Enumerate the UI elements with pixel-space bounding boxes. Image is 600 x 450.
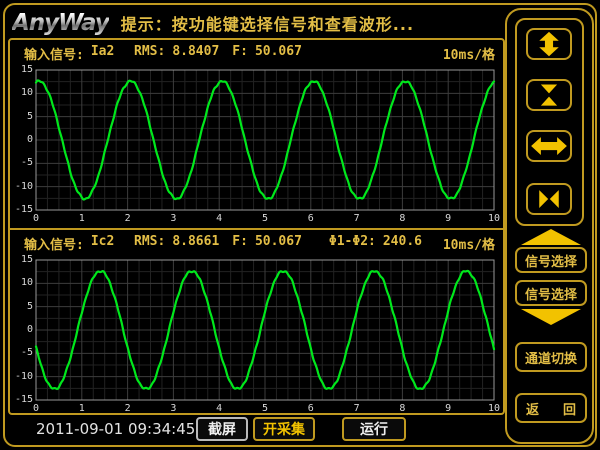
- y-tick-label: -10: [10, 371, 33, 382]
- compress-vertical-button[interactable]: [526, 79, 572, 111]
- x-tick-label: 4: [209, 403, 229, 414]
- channel-switch-button[interactable]: 通道切换: [515, 342, 587, 372]
- sidebar: 信号选择 信号选择 通道切换 返 回: [505, 8, 594, 444]
- acquire-button[interactable]: 开采集: [253, 417, 315, 441]
- x-tick-label: 9: [438, 213, 458, 224]
- x-tick-label: 7: [347, 403, 367, 414]
- x-tick-label: 10: [484, 213, 504, 224]
- waveform-panel-ia2: 输入信号: Ia2 RMS: 8.8407 F: 50.067 10ms/格 1…: [10, 40, 503, 228]
- y-tick-label: -5: [10, 157, 33, 168]
- return-label-left: 返: [526, 399, 539, 418]
- plot-svg-Ic2: [10, 230, 503, 408]
- y-tick-label: 5: [10, 111, 33, 122]
- x-tick-label: 5: [255, 213, 275, 224]
- x-tick-label: 0: [26, 213, 46, 224]
- triangle-down-icon: [521, 309, 581, 325]
- signal-select-up-button[interactable]: 信号选择: [515, 247, 587, 273]
- y-tick-label: 0: [10, 324, 33, 335]
- y-tick-label: 10: [10, 87, 33, 98]
- zoom-button-group: [515, 18, 584, 226]
- x-tick-label: 1: [72, 403, 92, 414]
- x-tick-label: 0: [26, 403, 46, 414]
- expand-vertical-button[interactable]: [526, 28, 572, 60]
- triangle-up-icon: [521, 229, 581, 245]
- compress-horizontal-button[interactable]: [526, 183, 572, 215]
- x-tick-label: 7: [347, 213, 367, 224]
- x-tick-label: 8: [392, 403, 412, 414]
- expand-vertical-icon: [529, 31, 569, 57]
- status-bar: 2011-09-01 09:34:45 截屏 开采集 运行: [8, 415, 505, 443]
- return-label-right: 回: [563, 399, 576, 418]
- x-tick-label: 8: [392, 213, 412, 224]
- x-tick-label: 4: [209, 213, 229, 224]
- y-tick-label: 5: [10, 301, 33, 312]
- y-tick-label: -5: [10, 347, 33, 358]
- y-tick-label: 0: [10, 134, 33, 145]
- y-tick-label: -10: [10, 181, 33, 192]
- x-tick-label: 6: [301, 213, 321, 224]
- x-tick-label: 3: [163, 213, 183, 224]
- x-tick-label: 10: [484, 403, 504, 414]
- x-tick-label: 3: [163, 403, 183, 414]
- waveform-panel-ic2: 输入信号: Ic2 RMS: 8.8661 F: 50.067 Φ1-Φ2: 2…: [10, 228, 503, 413]
- return-button[interactable]: 返 回: [515, 393, 587, 423]
- x-tick-label: 5: [255, 403, 275, 414]
- expand-horizontal-icon: [529, 133, 569, 159]
- y-tick-label: 15: [10, 254, 33, 265]
- hint-text: 提示：按功能键选择信号和查看波形...: [121, 11, 414, 35]
- anyway-logo: AnyWay: [12, 10, 109, 36]
- run-button[interactable]: 运行: [342, 417, 406, 441]
- x-tick-label: 1: [72, 213, 92, 224]
- signal-select-down-button[interactable]: 信号选择: [515, 280, 587, 306]
- screenshot-button[interactable]: 截屏: [196, 417, 248, 441]
- plot-svg-Ia2: [10, 40, 503, 218]
- x-tick-label: 2: [118, 213, 138, 224]
- y-tick-label: 10: [10, 277, 33, 288]
- x-tick-label: 2: [118, 403, 138, 414]
- timestamp: 2011-09-01 09:34:45: [36, 420, 195, 438]
- x-tick-label: 9: [438, 403, 458, 414]
- expand-horizontal-button[interactable]: [526, 130, 572, 162]
- x-tick-label: 6: [301, 403, 321, 414]
- header: AnyWay 提示：按功能键选择信号和查看波形...: [12, 8, 502, 38]
- y-tick-label: 15: [10, 64, 33, 75]
- charts-box: 输入信号: Ia2 RMS: 8.8407 F: 50.067 10ms/格 1…: [8, 38, 505, 415]
- compress-horizontal-icon: [529, 186, 569, 212]
- compress-vertical-icon: [529, 82, 569, 108]
